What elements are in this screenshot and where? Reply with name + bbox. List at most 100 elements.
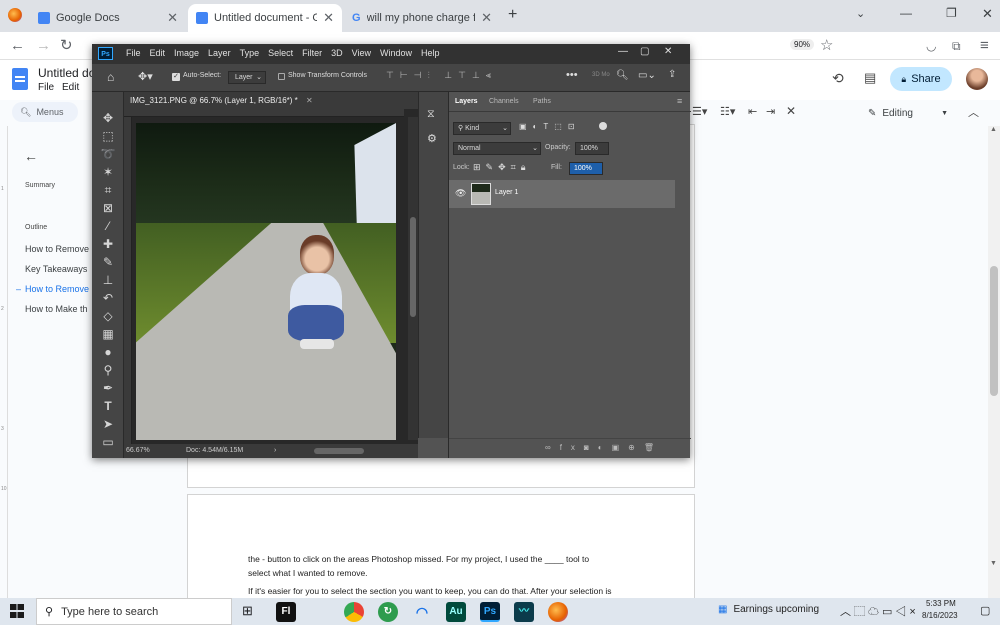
move-tool-icon[interactable]: ✥ xyxy=(100,110,116,126)
history-brush-tool-icon[interactable]: ↶ xyxy=(100,290,116,306)
menu-edit[interactable]: Edit xyxy=(62,82,79,93)
firefox-icon[interactable] xyxy=(8,8,22,22)
ps-menu-file[interactable]: File xyxy=(126,48,141,58)
body-line-3[interactable]: If it's easier for you to select the sec… xyxy=(248,586,612,596)
close-icon[interactable]: ✕ xyxy=(323,10,334,26)
rectangle-tool-icon[interactable]: ▭ xyxy=(100,434,116,450)
editing-mode-dropdown[interactable]: ✎ Editing ▼ xyxy=(868,104,948,122)
properties-panel-icon[interactable]: ⚙ xyxy=(427,132,437,145)
lasso-tool-icon[interactable]: ➰ xyxy=(100,146,116,162)
docs-logo-icon[interactable] xyxy=(12,68,28,90)
doc-title[interactable]: Untitled do xyxy=(38,66,95,80)
outline-item-3[interactable]: How to Remove xyxy=(25,284,91,294)
opacity-field[interactable]: 100% xyxy=(575,142,609,155)
body-line-2[interactable]: select what I wanted to remove. xyxy=(248,568,368,578)
scroll-down-icon[interactable]: ▼ xyxy=(990,560,997,567)
photoshop-taskbar-icon[interactable]: Ps xyxy=(480,602,500,622)
app-arc-icon[interactable]: ◠ xyxy=(412,602,432,622)
ps-menu-image[interactable]: Image xyxy=(174,48,199,58)
collapse-chevron-icon[interactable]: ︿ xyxy=(968,104,979,120)
ps-menu-filter[interactable]: Filter xyxy=(302,48,322,58)
minimize-icon[interactable]: — xyxy=(900,6,912,20)
notifications-icon[interactable]: ▢ xyxy=(980,604,990,617)
back-icon[interactable]: ← xyxy=(10,36,25,56)
workspace-icon[interactable]: ▭⌄ xyxy=(638,70,656,81)
pocket-icon[interactable]: ◡ xyxy=(926,36,936,56)
auto-select-dropdown[interactable]: Layer ⌄ xyxy=(228,71,266,84)
task-view-icon[interactable]: ⊞ xyxy=(242,603,253,619)
layer-row[interactable]: 👁︎ Layer 1 xyxy=(449,180,675,208)
ps-menu-3d[interactable]: 3D xyxy=(331,48,343,58)
tab-layers[interactable]: Layers xyxy=(455,98,478,105)
restore-icon[interactable]: ❐ xyxy=(946,6,957,20)
marquee-tool-icon[interactable]: ⬚ xyxy=(100,128,116,144)
window-close-icon[interactable]: ✕ xyxy=(982,6,993,22)
outline-item-2[interactable]: Key Takeaways xyxy=(25,264,91,274)
ps-menu-edit[interactable]: Edit xyxy=(150,48,166,58)
docs-scrollbar[interactable]: ▲ ▼ xyxy=(988,126,1000,598)
indent-increase-icon[interactable]: ⇥ xyxy=(766,105,775,118)
menu-file[interactable]: File xyxy=(38,82,54,93)
hscroll-thumb[interactable] xyxy=(314,448,364,454)
kind-filter-dropdown[interactable]: ⚲ Kind ⌄ xyxy=(453,122,511,135)
path-selection-tool-icon[interactable]: ➤ xyxy=(100,416,116,432)
type-tool-icon[interactable]: T xyxy=(100,398,116,414)
move-tool-icon[interactable]: ✥▾ xyxy=(138,70,153,83)
tab-google-docs[interactable]: Google Docs ✕ xyxy=(30,4,186,32)
ps-menu-view[interactable]: View xyxy=(352,48,371,58)
clear-format-icon[interactable]: ✕ xyxy=(786,104,796,118)
outline-item-1[interactable]: How to Remove xyxy=(25,244,91,254)
menu-icon[interactable]: ≡ xyxy=(980,36,989,56)
ps-share-icon[interactable]: ⇪ xyxy=(668,69,676,80)
doc-tab-close-icon[interactable]: ✕ xyxy=(306,96,313,105)
filter-icons[interactable]: ▣◐T⬚⊡ xyxy=(519,122,581,131)
star-icon[interactable]: ☆ xyxy=(820,36,833,56)
close-icon[interactable]: ✕ xyxy=(481,10,492,26)
canvas-vscroll[interactable] xyxy=(408,117,418,440)
tab-list-chevron-icon[interactable]: ⌄ xyxy=(856,7,865,20)
brush-tool-icon[interactable]: ✎ xyxy=(100,254,116,270)
eraser-tool-icon[interactable]: ◇ xyxy=(100,308,116,324)
stamp-tool-icon[interactable]: ⊥ xyxy=(100,272,116,288)
new-tab-icon[interactable]: + xyxy=(508,6,517,24)
clock-time[interactable]: 5:33 PM xyxy=(926,599,956,608)
dodge-tool-icon[interactable]: ⚲ xyxy=(100,362,116,378)
tab-google-search[interactable]: G will my phone charge faster if i ✕ xyxy=(344,4,500,32)
clock-date[interactable]: 8/16/2023 xyxy=(922,611,958,620)
ps-menu-window[interactable]: Window xyxy=(380,48,412,58)
tab-untitled-document[interactable]: Untitled document - Google Do ✕ xyxy=(188,4,342,32)
avatar[interactable] xyxy=(966,68,988,90)
menus-search[interactable]: 🔍︎ Menus xyxy=(12,102,78,122)
status-arrow-icon[interactable]: › xyxy=(274,444,276,458)
chrome-icon[interactable] xyxy=(344,602,364,622)
gradient-tool-icon[interactable]: ▦ xyxy=(100,326,116,342)
frame-tool-icon[interactable]: ⊠ xyxy=(100,200,116,216)
ps-search-icon[interactable]: 🔍︎ xyxy=(616,70,629,81)
panel-menu-icon[interactable]: ≡ xyxy=(677,96,682,106)
visibility-eye-icon[interactable]: 👁︎ xyxy=(455,188,466,199)
tray-icons[interactable]: ︿⬚☁▭◁× xyxy=(840,603,919,619)
photo-canvas[interactable] xyxy=(136,123,396,440)
numbered-list-icon[interactable]: ☷▾ xyxy=(720,105,735,118)
ps-menu-help[interactable]: Help xyxy=(421,48,440,58)
outline-item-4[interactable]: How to Make th xyxy=(25,304,91,314)
app-wave-icon[interactable]: 〰 xyxy=(514,602,534,622)
zoom-level[interactable]: 66.67% xyxy=(126,444,150,458)
taskbar-search[interactable]: ⚲ Type here to search xyxy=(36,598,232,625)
close-outline-icon[interactable]: ← xyxy=(24,148,38,164)
pen-tool-icon[interactable]: ✒ xyxy=(100,380,116,396)
forward-icon[interactable]: → xyxy=(36,36,51,56)
layer-name[interactable]: Layer 1 xyxy=(495,189,518,196)
blend-mode-dropdown[interactable]: Normal ⌄ xyxy=(453,142,541,155)
body-line-1[interactable]: the - button to click on the areas Photo… xyxy=(248,554,589,564)
reload-icon[interactable]: ↻ xyxy=(60,36,73,56)
lock-icons[interactable]: ⊞✎✥⌗🔒︎ xyxy=(473,162,530,173)
auto-select-checkbox[interactable]: ✓ xyxy=(172,73,180,81)
healing-brush-tool-icon[interactable]: ✚ xyxy=(100,236,116,252)
crop-tool-icon[interactable]: ⌗ xyxy=(100,182,116,198)
framemaker-icon[interactable]: Fl xyxy=(276,602,296,622)
firefox-taskbar-icon[interactable] xyxy=(548,602,568,622)
ps-menu-type[interactable]: Type xyxy=(240,48,260,58)
comment-icon[interactable]: ▤ xyxy=(864,70,876,86)
share-button[interactable]: 🔒︎ Share xyxy=(890,67,952,91)
